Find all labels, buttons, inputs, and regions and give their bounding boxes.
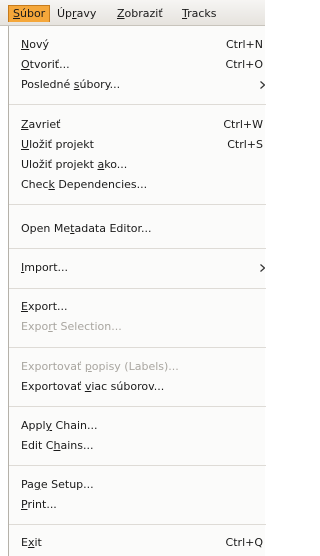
menu-separator [9,465,266,466]
menu-item-edit-chains[interactable]: Edit Chains... [21,436,263,456]
menu-item-label: Import... [21,261,69,274]
menu-item-import[interactable]: Import... [21,258,265,278]
menu-item-label: Apply Chain... [21,419,98,432]
menu-item-metadata-editor[interactable]: Open Metadata Editor... [21,219,263,239]
menu-item-exit[interactable]: Exit Ctrl+Q [21,533,263,553]
menu-item-new[interactable]: Nový Ctrl+N [21,35,263,55]
menu-item-label: Open Metadata Editor... [21,222,152,235]
menu-item-save-project-as[interactable]: Uložiť projekt ako... [21,155,263,175]
shortcut-label: Ctrl+W [223,118,263,131]
menu-label-post: racks [187,7,217,20]
menu-item-print[interactable]: Print... [21,495,263,515]
menu-separator [9,204,266,205]
menu-view[interactable]: Zobraziť [113,5,167,22]
menu-label-post: obraziť [124,7,163,20]
menu-item-label: Edit Chains... [21,439,94,452]
menu-item-export-multiple[interactable]: Exportovať viac súborov... [21,377,263,397]
menu-separator [9,288,266,289]
menu-item-check-dependencies[interactable]: Check Dependencies... [21,175,263,195]
submenu-arrow-icon [260,81,265,89]
menu-item-page-setup[interactable]: Page Setup... [21,475,263,495]
menu-item-label: Export Selection... [21,320,122,333]
shortcut-label: Ctrl+Q [225,536,263,549]
menu-item-label: Uložiť projekt [21,138,94,151]
menu-tracks[interactable]: Tracks [178,5,221,22]
menu-edit[interactable]: Úpravy [53,5,100,22]
submenu-arrow-icon [260,264,265,272]
menu-file[interactable]: Súbor [8,5,51,22]
menu-item-open[interactable]: Otvoriť... Ctrl+O [21,55,263,75]
menu-label-pre: Úp [57,7,73,20]
menu-item-save-project[interactable]: Uložiť projekt Ctrl+S [21,135,263,155]
menu-item-label: Page Setup... [21,478,94,491]
menu-label-post: úbor [19,7,46,20]
menu-item-label: Exit [21,536,42,549]
menu-separator [9,524,266,525]
shortcut-label: Ctrl+O [225,58,263,71]
menubar: Súbor Úpravy Zobraziť Tracks [0,0,265,26]
menu-item-close[interactable]: Zavrieť Ctrl+W [21,115,263,135]
file-dropdown-menu: Nový Ctrl+N Otvoriť... Ctrl+O Posledné s… [8,26,266,556]
menu-separator [9,104,266,105]
menu-mnemonic: Z [117,7,125,20]
shortcut-label: Ctrl+S [227,138,263,151]
menu-item-label: Exportovať viac súborov... [21,380,165,393]
menu-item-recent-files[interactable]: Posledné súbory... [21,75,265,95]
menu-item-export-labels: Exportovať popisy (Labels)... [21,357,263,377]
menu-label-post: avy [76,7,97,20]
menu-item-label: Print... [21,498,57,511]
menu-mnemonic: S [13,7,20,20]
menu-item-export[interactable]: Export... [21,297,263,317]
menu-separator [9,347,266,348]
menu-item-label: Uložiť projekt ako... [21,158,128,171]
menu-separator [9,406,266,407]
menu-separator [9,248,266,249]
menu-item-label: Export... [21,300,68,313]
menu-item-label: Zavrieť [21,118,61,131]
menu-item-label: Exportovať popisy (Labels)... [21,360,179,373]
shortcut-label: Ctrl+N [225,38,263,51]
menu-item-label: Check Dependencies... [21,178,148,191]
menu-item-export-selection: Export Selection... [21,317,263,337]
menu-item-label: Nový [21,38,49,51]
menu-item-label: Otvoriť... [21,58,70,71]
menu-item-label: Posledné súbory... [21,78,121,91]
menu-item-apply-chain[interactable]: Apply Chain... [21,416,263,436]
